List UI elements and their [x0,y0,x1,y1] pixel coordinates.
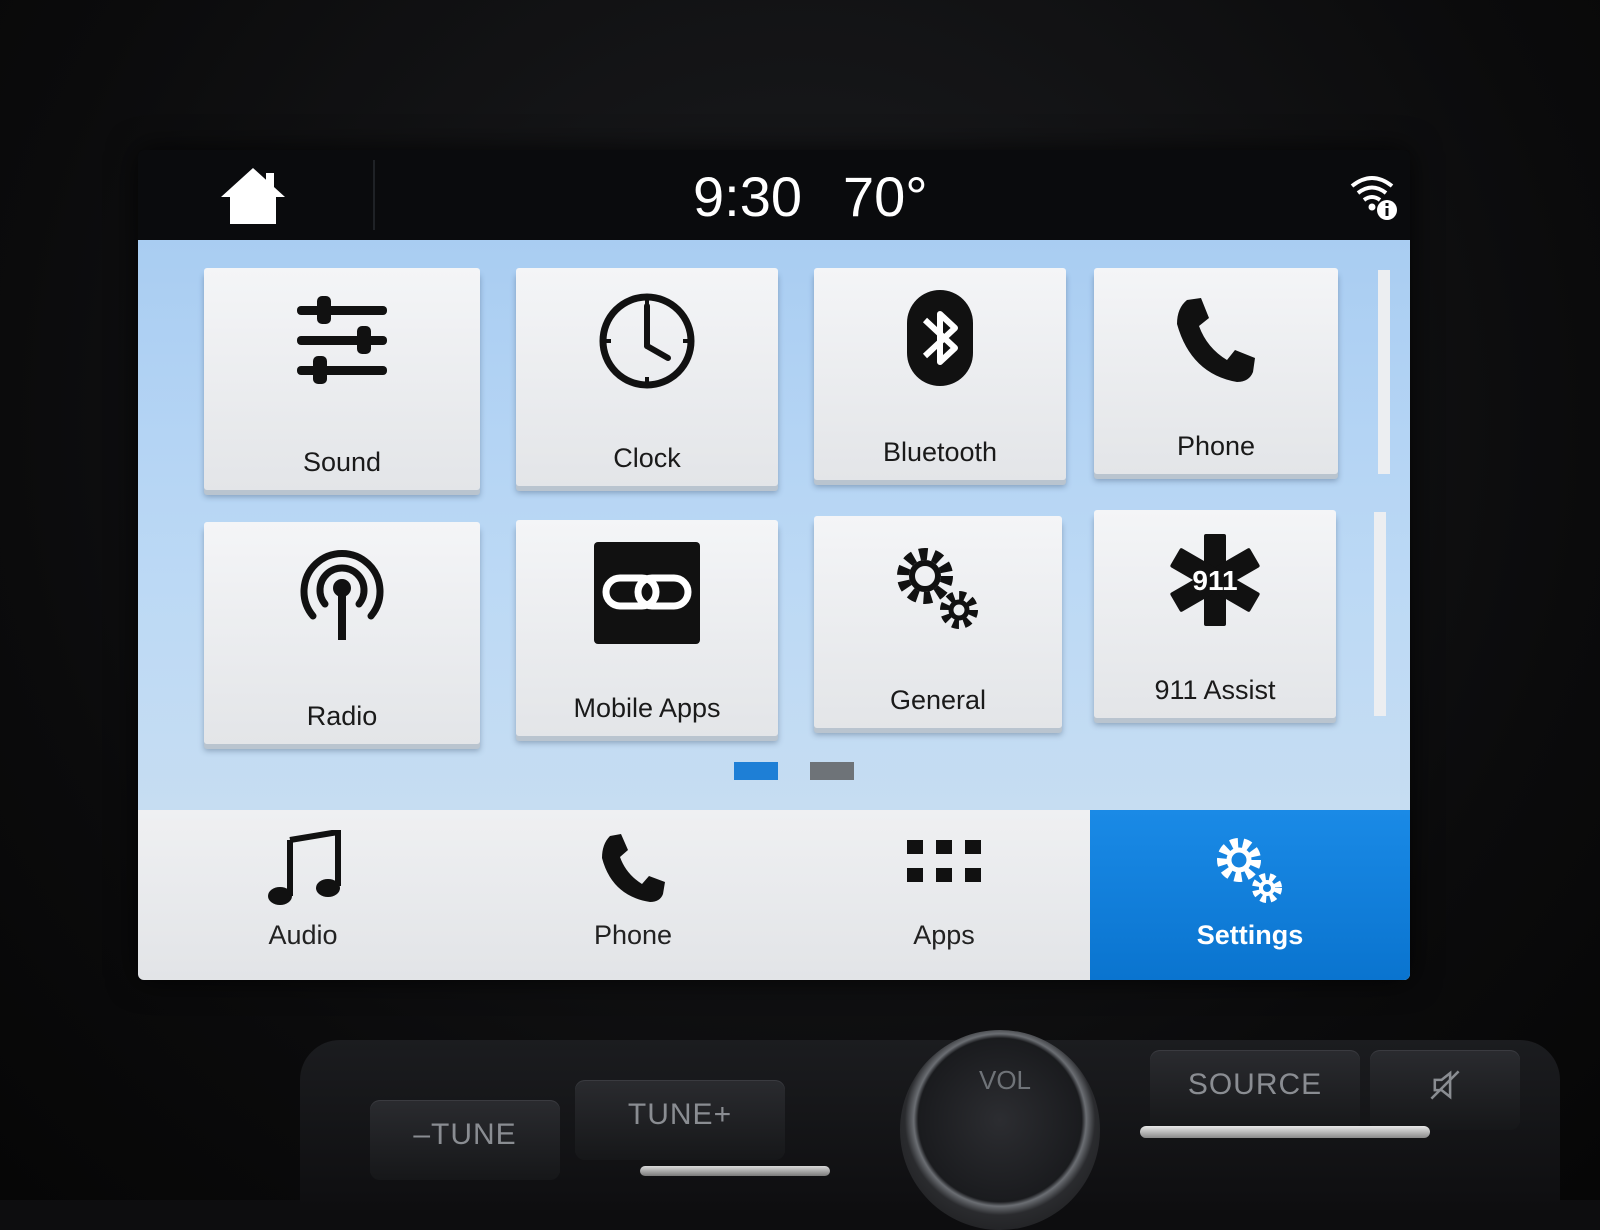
gears-icon [897,548,978,629]
gears-icon [1217,838,1282,903]
nav-audio[interactable]: Audio [138,810,468,980]
settings-grid: Sound Clock Bluetooth Phone Radio Mobile… [138,240,1410,810]
tile-label: Phone [1176,431,1256,461]
wifi-info-icon[interactable] [1348,170,1400,222]
tile-sound[interactable]: Sound [204,268,480,490]
tile-label: Bluetooth [882,437,998,467]
next-page-tile-peek [1374,512,1386,716]
phone-icon [1177,298,1255,382]
volume-label: VOL [978,1065,1032,1095]
tile-label: Clock [613,443,681,473]
tile-label: Radio [306,701,378,731]
outside-temperature: 70° [843,165,928,228]
nav-phone[interactable]: Phone [468,810,798,980]
mute-button[interactable] [1370,1050,1520,1130]
clock-icon [599,293,695,389]
tile-bluetooth[interactable]: Bluetooth [814,268,1066,480]
tile-911-assist[interactable]: 911 911 Assist [1094,510,1336,718]
bluetooth-icon [907,290,973,386]
chrome-trim [640,1166,830,1176]
sliders-icon [297,296,387,384]
tile-radio[interactable]: Radio [204,522,480,744]
clock-time: 9:30 [693,165,802,228]
next-page-tile-peek [1378,270,1390,474]
tile-phone[interactable]: Phone [1094,268,1338,474]
source-button[interactable]: SOURCE [1150,1050,1360,1130]
chrome-trim [1140,1126,1430,1138]
grid-icon [907,840,981,882]
tile-label: General [889,685,987,715]
music-note-icon [268,830,341,905]
nav-label: Settings [1196,920,1304,950]
radio-antenna-icon [300,549,384,640]
mute-icon [1430,1070,1460,1100]
home-button[interactable] [218,165,288,227]
nav-label: Audio [268,920,338,950]
volume-knob[interactable] [900,1030,1100,1230]
tile-label: Sound [302,447,382,477]
nav-settings[interactable]: Settings [1090,810,1410,980]
phone-icon [602,834,665,902]
status-bar: 9:30 70° [138,150,1410,240]
tile-general[interactable]: General [814,516,1062,728]
bottom-nav: Audio Phone Apps Settings [138,810,1410,980]
infotainment-screen: 9:30 70° Sound Clock Bluetooth Phone Rad… [138,150,1410,980]
tile-label: 911 Assist [1154,675,1276,705]
status-divider [373,160,375,230]
tile-clock[interactable]: Clock [516,268,778,486]
nav-apps[interactable]: Apps [798,810,1090,980]
link-icon [594,542,700,644]
tile-label: Mobile Apps [573,693,721,723]
home-icon [221,168,285,224]
star-of-life-icon: 911 [1170,534,1260,626]
tune-plus-button[interactable]: TUNE+ [575,1080,785,1160]
page-indicator-2[interactable] [810,762,854,780]
tile-mobile-apps[interactable]: Mobile Apps [516,520,778,736]
tune-minus-button[interactable]: –TUNE [370,1100,560,1180]
911-icon-text: 911 [1192,565,1237,596]
nav-label: Apps [913,920,975,950]
page-indicator-1[interactable] [734,762,778,780]
nav-label: Phone [593,920,673,950]
